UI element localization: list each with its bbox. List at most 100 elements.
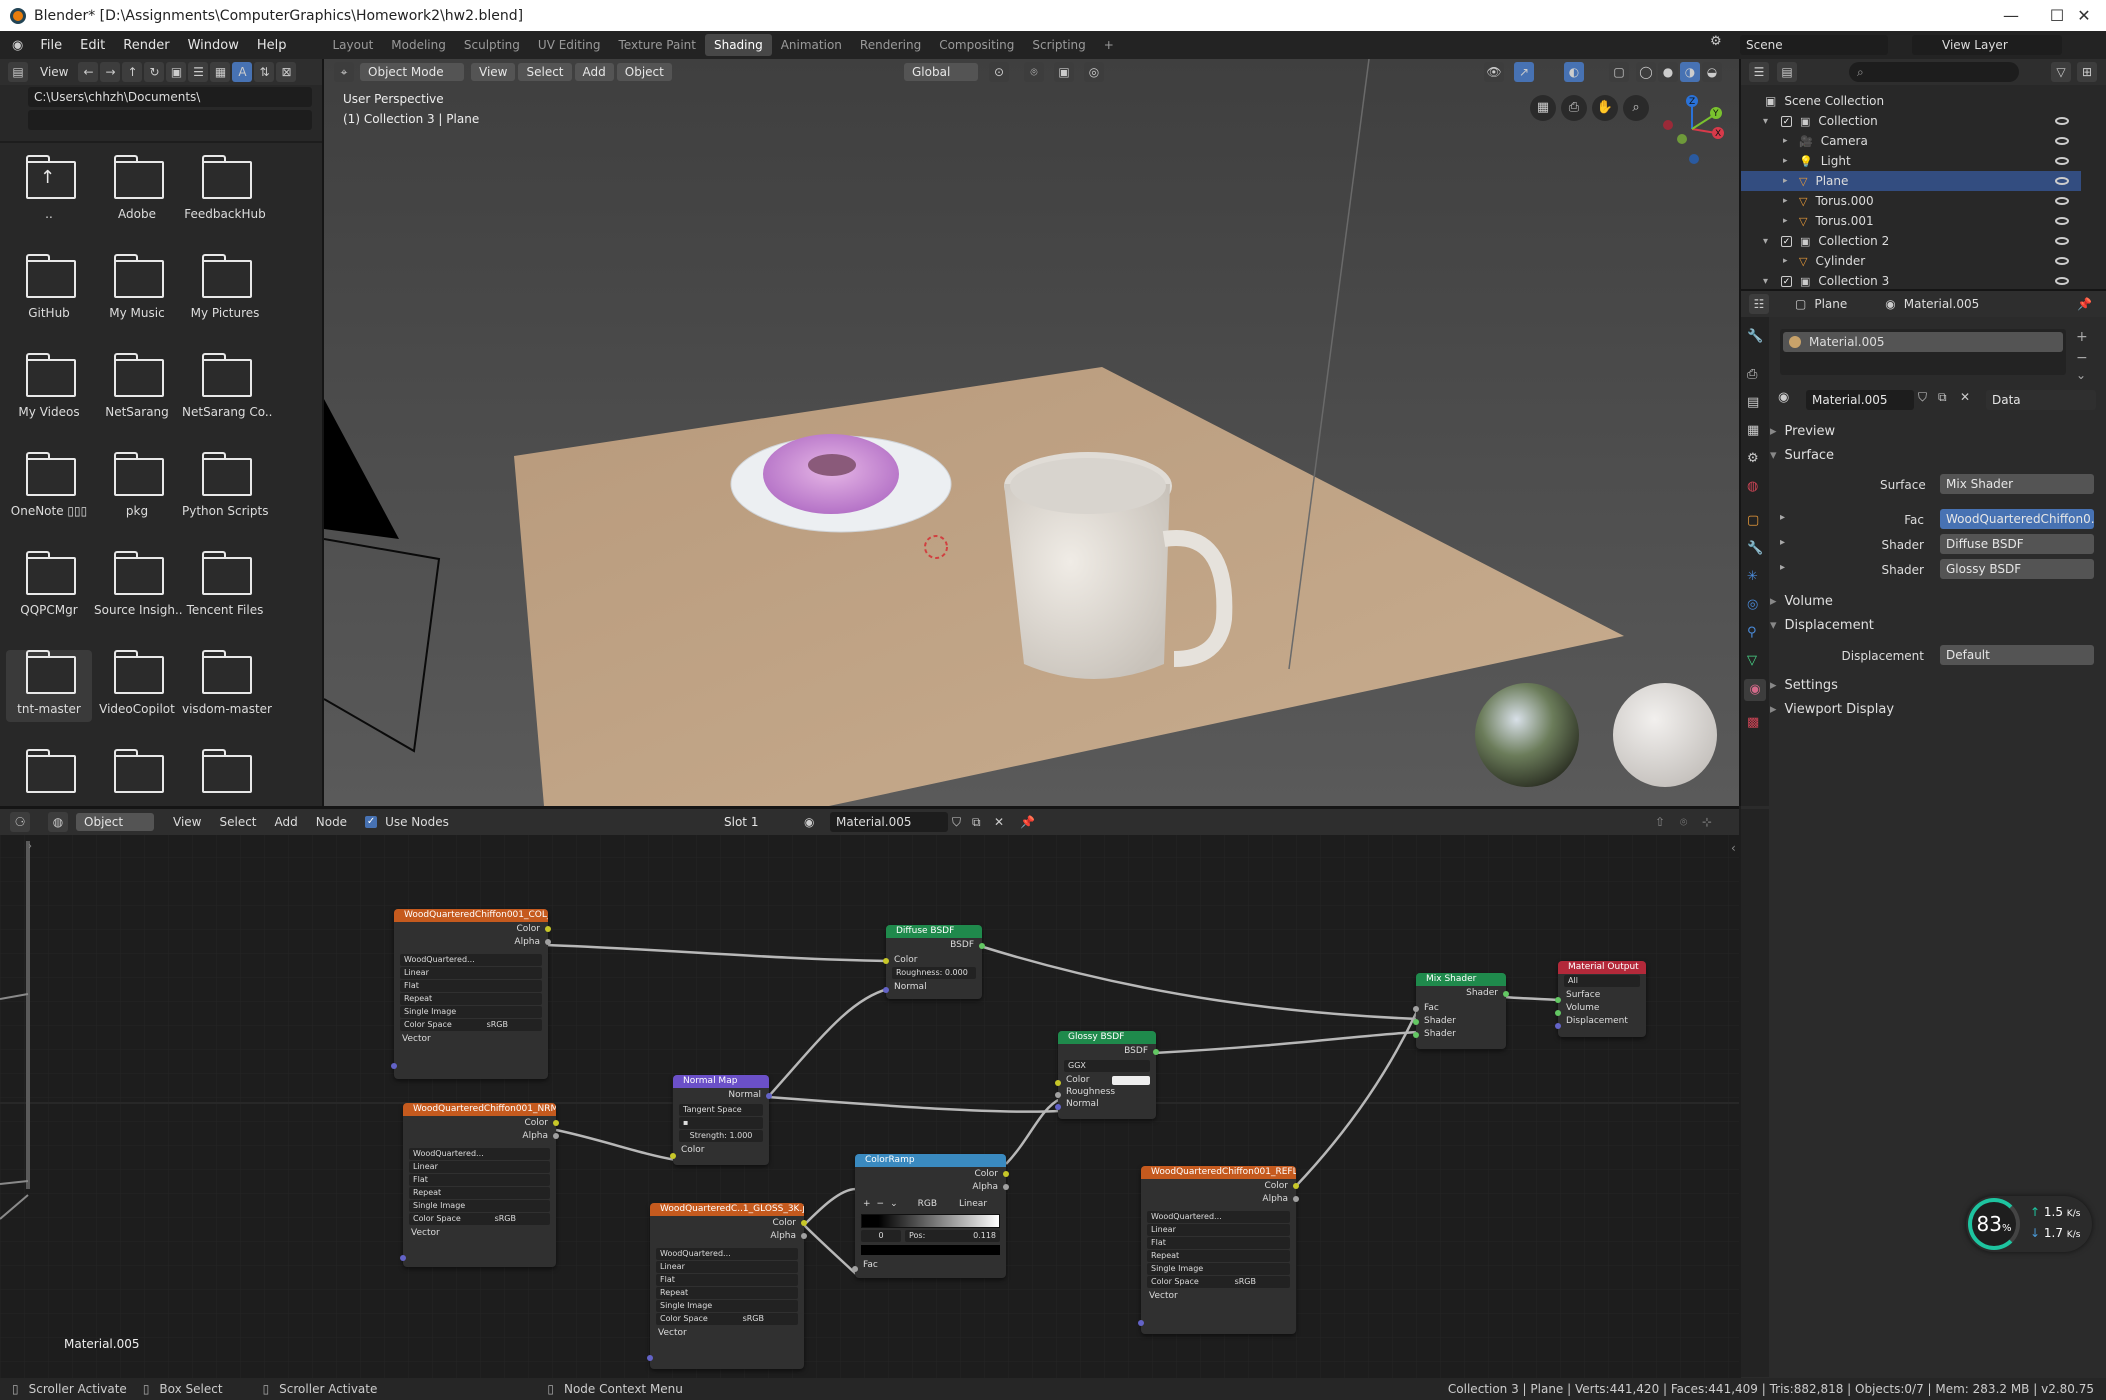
- properties-editor-icon[interactable]: ☷: [1749, 294, 1769, 314]
- eye-icon[interactable]: [2055, 257, 2069, 265]
- eye-icon[interactable]: [2055, 277, 2069, 285]
- color-mode-dropdown[interactable]: RGB: [918, 1197, 937, 1212]
- outliner-row[interactable]: ▸ ▽ Torus.001: [1741, 211, 2081, 231]
- expand-icon[interactable]: ▸: [1783, 216, 1788, 226]
- node-node-menu[interactable]: Node: [316, 815, 347, 829]
- scene-icon[interactable]: ⚙: [1710, 34, 1732, 56]
- stop-index-field[interactable]: 0: [861, 1230, 901, 1242]
- surface-panel[interactable]: ▾ Surface: [1770, 445, 1834, 465]
- wireframe-shading-icon[interactable]: ◯: [1636, 62, 1656, 82]
- exclude-checkbox[interactable]: ✓: [1781, 275, 1792, 287]
- uv-map-field[interactable]: ▪: [679, 1117, 763, 1129]
- scene-field[interactable]: Scene: [1740, 35, 1888, 55]
- target-dropdown[interactable]: All: [1564, 975, 1640, 987]
- modifier-tab-icon[interactable]: 🔧: [1747, 541, 1763, 556]
- gizmo-toggle-icon[interactable]: ↗: [1514, 62, 1534, 82]
- viewport-editor-type-icon[interactable]: ⌖: [334, 62, 354, 82]
- preview-panel[interactable]: ▸ Preview: [1770, 421, 1835, 441]
- folder-item[interactable]: OneNote ▯▯▯: [6, 452, 92, 518]
- material-slot-row[interactable]: Material.005: [1783, 332, 2063, 352]
- source-dropdown[interactable]: Single Image: [1147, 1263, 1290, 1275]
- image-texture-refl-node[interactable]: WoodQuarteredChiffon001_REFL_... Color A…: [1138, 1166, 1299, 1334]
- sort-alpha-icon[interactable]: A: [232, 62, 253, 82]
- eye-icon[interactable]: [2055, 117, 2069, 125]
- material-browse-icon[interactable]: ◉: [1778, 390, 1789, 405]
- extension-dropdown[interactable]: Repeat: [409, 1187, 550, 1199]
- extension-dropdown[interactable]: Repeat: [1147, 1250, 1290, 1262]
- node-material-browse-icon[interactable]: ◉: [804, 815, 814, 829]
- outliner-row[interactable]: ▾ ✓ ▣ Collection 2: [1741, 231, 2081, 251]
- scene-tab-icon[interactable]: ⚙: [1747, 451, 1759, 466]
- extension-dropdown[interactable]: Repeat: [656, 1287, 798, 1299]
- node-snap-target-icon[interactable]: ⊹: [1702, 815, 1712, 829]
- viewport-view-menu[interactable]: View: [471, 63, 516, 81]
- particles-tab-icon[interactable]: ✳: [1747, 569, 1758, 584]
- shader1-field[interactable]: Diffuse BSDF: [1940, 534, 2094, 554]
- zoom-icon[interactable]: ⌕: [1623, 95, 1649, 121]
- use-nodes-checkbox[interactable]: ✓: [365, 816, 378, 828]
- color-swatch[interactable]: [1112, 1076, 1150, 1085]
- stop-color-swatch[interactable]: [861, 1245, 1000, 1255]
- space-dropdown[interactable]: Tangent Space: [679, 1104, 763, 1116]
- pin-icon[interactable]: 📌: [2077, 297, 2092, 311]
- add-slot-icon[interactable]: +: [2076, 329, 2088, 345]
- ramp-menu-icon[interactable]: ⌄: [890, 1197, 898, 1212]
- filename-field[interactable]: [28, 110, 312, 130]
- outliner-row[interactable]: ▸ ▽ Torus.000: [1741, 191, 2081, 211]
- color-space-dropdown[interactable]: Color Space sRGB: [409, 1213, 550, 1225]
- outliner-row[interactable]: ▸ ▽ Cylinder: [1741, 251, 2081, 271]
- add-workspace-icon[interactable]: +: [1095, 34, 1123, 56]
- shader2-expand-icon[interactable]: ▸: [1780, 562, 1785, 573]
- shader-type-icon[interactable]: ◍: [48, 812, 68, 832]
- eye-icon[interactable]: [2055, 237, 2069, 245]
- tab-modeling[interactable]: Modeling: [382, 34, 455, 56]
- shader-editor[interactable]: ⚆ ◍ Object View Select Add Node ✓ Use No…: [0, 809, 1739, 1378]
- node-pin-icon[interactable]: 📌: [1020, 815, 1035, 829]
- editor-type-icon[interactable]: ▤: [8, 62, 28, 82]
- menu-file[interactable]: File: [31, 38, 71, 53]
- projection-dropdown[interactable]: Flat: [409, 1174, 550, 1186]
- folder-item[interactable]: [182, 749, 268, 801]
- outliner-row[interactable]: ▾ ✓ ▣ Collection 3: [1741, 271, 2081, 289]
- fake-user-icon[interactable]: ⛉: [1918, 390, 1927, 405]
- overlay-toggle-icon[interactable]: ◐: [1564, 62, 1584, 82]
- toggle-camera-icon[interactable]: ▦: [1530, 95, 1556, 121]
- color-space-dropdown[interactable]: Color Space sRGB: [656, 1313, 798, 1325]
- display-mode-icon[interactable]: ▤: [1777, 62, 1797, 82]
- data-tab-icon[interactable]: ▽: [1747, 653, 1757, 668]
- display-grid-icon[interactable]: ▦: [210, 62, 231, 82]
- node-fake-user-icon[interactable]: ⛉: [952, 815, 961, 830]
- eye-icon[interactable]: [2055, 217, 2069, 225]
- view-layer-tab-icon[interactable]: ▦: [1747, 423, 1759, 438]
- material-output-node[interactable]: Material Output All Surface Volume Displ…: [1555, 961, 1646, 1037]
- camera-view-icon[interactable]: ⎙: [1561, 95, 1587, 121]
- physics-tab-icon[interactable]: ◎: [1747, 597, 1758, 612]
- expand-icon[interactable]: ▸: [1783, 176, 1788, 186]
- display-list-icon[interactable]: ☰: [188, 62, 209, 82]
- pan-icon[interactable]: ✋: [1592, 95, 1618, 121]
- folder-item[interactable]: Source Insigh..: [94, 551, 183, 617]
- expand-icon[interactable]: ▸: [1783, 196, 1788, 206]
- back-icon[interactable]: ←: [78, 62, 99, 82]
- image-texture-col-node[interactable]: WoodQuarteredChiffon001_COL_3... Color A…: [391, 909, 551, 1079]
- interp-dropdown[interactable]: Linear: [1147, 1224, 1290, 1236]
- volume-panel[interactable]: ▸ Volume: [1770, 591, 1833, 611]
- interp-dropdown[interactable]: Linear: [656, 1261, 798, 1273]
- remove-stop-icon[interactable]: −: [877, 1197, 885, 1212]
- projection-dropdown[interactable]: Flat: [656, 1274, 798, 1286]
- node-editor-type-icon[interactable]: ⚆: [10, 812, 30, 832]
- folder-item[interactable]: My Music: [94, 254, 180, 320]
- fac-expand-icon[interactable]: ▸: [1780, 512, 1785, 523]
- navigation-gizmo[interactable]: Z X Y: [1654, 89, 1734, 169]
- minimize-button[interactable]: —: [1988, 0, 2034, 31]
- fac-input-field[interactable]: WoodQuarteredChiffon0...: [1940, 509, 2094, 529]
- viewport-select-menu[interactable]: Select: [518, 63, 572, 81]
- outliner-search-input[interactable]: ⌕: [1849, 62, 2019, 82]
- node-duplicate-icon[interactable]: ⧉: [972, 815, 981, 830]
- folder-item[interactable]: NetSarang: [94, 353, 180, 419]
- glossy-bsdf-node[interactable]: Glossy BSDF BSDF GGX Color Roughness Nor…: [1055, 1031, 1159, 1119]
- image-field[interactable]: WoodQuartered...: [656, 1248, 798, 1260]
- menu-help[interactable]: Help: [248, 38, 296, 53]
- outliner-row[interactable]: ▸ 🎥 Camera: [1741, 131, 2081, 151]
- object-tab-icon[interactable]: ▢: [1747, 513, 1759, 528]
